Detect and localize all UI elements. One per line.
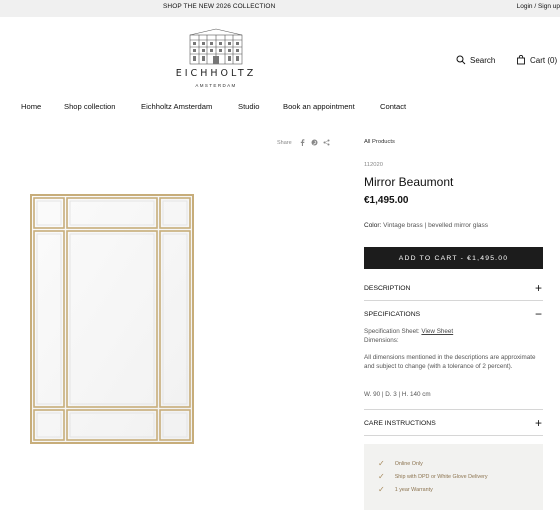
specifications-toggle[interactable]: SPECIFICATIONS − bbox=[364, 307, 543, 321]
product-image[interactable] bbox=[30, 194, 194, 449]
add-to-cart-button[interactable]: ADD TO CART - €1,495.00 bbox=[364, 247, 543, 269]
minus-icon: − bbox=[534, 307, 542, 321]
divider bbox=[364, 409, 543, 410]
check-icon: ✓ bbox=[378, 459, 385, 468]
cart-label: Cart (0) bbox=[530, 55, 558, 65]
spec-sheet-label: Specification Sheet: bbox=[364, 328, 420, 335]
cart-button[interactable]: Cart (0) bbox=[516, 55, 557, 65]
care-instructions-toggle[interactable]: CARE INSTRUCTIONS + bbox=[364, 416, 543, 430]
perk-text: Ship with DPD or White Glove Delivery bbox=[394, 473, 488, 480]
check-icon: ✓ bbox=[378, 472, 385, 481]
building-logo-icon bbox=[189, 28, 243, 65]
specifications-heading: SPECIFICATIONS bbox=[364, 310, 421, 318]
perk-item: ✓ 1 year Warranty bbox=[378, 485, 433, 494]
search-label: Search bbox=[470, 55, 496, 65]
spec-sheet-row: Specification Sheet: View Sheet bbox=[364, 327, 544, 336]
promo-link[interactable]: SHOP THE NEW 2026 COLLECTION bbox=[163, 3, 275, 10]
search-button[interactable]: Search bbox=[456, 55, 495, 65]
promo-bar: SHOP THE NEW 2026 COLLECTION Login / Sig… bbox=[0, 0, 560, 17]
facebook-icon[interactable] bbox=[299, 139, 306, 146]
share-bar: Share bbox=[277, 139, 330, 146]
check-icon: ✓ bbox=[378, 485, 385, 494]
color-value: Vintage brass | bevelled mirror glass bbox=[383, 222, 489, 229]
brand-logo[interactable]: EICHHOLTZ AMSTERDAM bbox=[162, 27, 270, 93]
nav-item-contact[interactable]: Contact bbox=[380, 102, 406, 111]
divider bbox=[364, 300, 543, 301]
nav-item-studio[interactable]: Studio bbox=[238, 102, 260, 111]
perk-text: 1 year Warranty bbox=[394, 486, 433, 493]
pinterest-icon[interactable] bbox=[311, 139, 318, 146]
dimensions-value: W. 90 | D. 3 | H. 140 cm bbox=[364, 391, 431, 398]
nav-item-home[interactable]: Home bbox=[21, 102, 41, 111]
color-label: Color: bbox=[364, 222, 382, 229]
login-signup-link[interactable]: Login / Sign up bbox=[517, 3, 560, 10]
brand-city: AMSTERDAM bbox=[195, 83, 237, 88]
perks-box: ✓ Online Only ✓ Ship with DPD or White G… bbox=[364, 444, 543, 510]
share-icon[interactable] bbox=[323, 139, 330, 146]
product-price: €1,495.00 bbox=[364, 195, 409, 206]
dimensions-label: Dimensions: bbox=[364, 337, 399, 344]
breadcrumb[interactable]: All Products bbox=[364, 139, 395, 145]
perk-item: ✓ Online Only bbox=[378, 459, 423, 468]
nav-item-eichholtz-amsterdam[interactable]: Eichholtz Amsterdam bbox=[141, 102, 212, 111]
shopping-bag-icon bbox=[517, 55, 525, 65]
description-toggle[interactable]: DESCRIPTION + bbox=[364, 281, 543, 295]
brand-name: EICHHOLTZ bbox=[175, 68, 257, 79]
nav-item-book-appointment[interactable]: Book an appointment bbox=[283, 102, 355, 111]
care-heading: CARE INSTRUCTIONS bbox=[364, 419, 436, 427]
dimensions-note: All dimensions mentioned in the descript… bbox=[364, 354, 536, 370]
product-title: Mirror Beaumont bbox=[364, 175, 454, 189]
perk-item: ✓ Ship with DPD or White Glove Delivery bbox=[378, 472, 488, 481]
plus-icon: + bbox=[534, 281, 542, 295]
view-sheet-link[interactable]: View Sheet bbox=[421, 328, 453, 335]
description-heading: DESCRIPTION bbox=[364, 284, 411, 292]
nav-item-shop-collection[interactable]: Shop collection bbox=[64, 102, 116, 111]
divider bbox=[364, 435, 543, 436]
product-sku: 112020 bbox=[364, 162, 383, 168]
perk-text: Online Only bbox=[394, 460, 423, 467]
share-label: Share bbox=[277, 139, 292, 146]
plus-icon: + bbox=[534, 416, 542, 430]
search-icon bbox=[456, 55, 466, 65]
mirror-illustration bbox=[30, 194, 194, 444]
product-color: Color: Vintage brass | bevelled mirror g… bbox=[364, 222, 488, 229]
